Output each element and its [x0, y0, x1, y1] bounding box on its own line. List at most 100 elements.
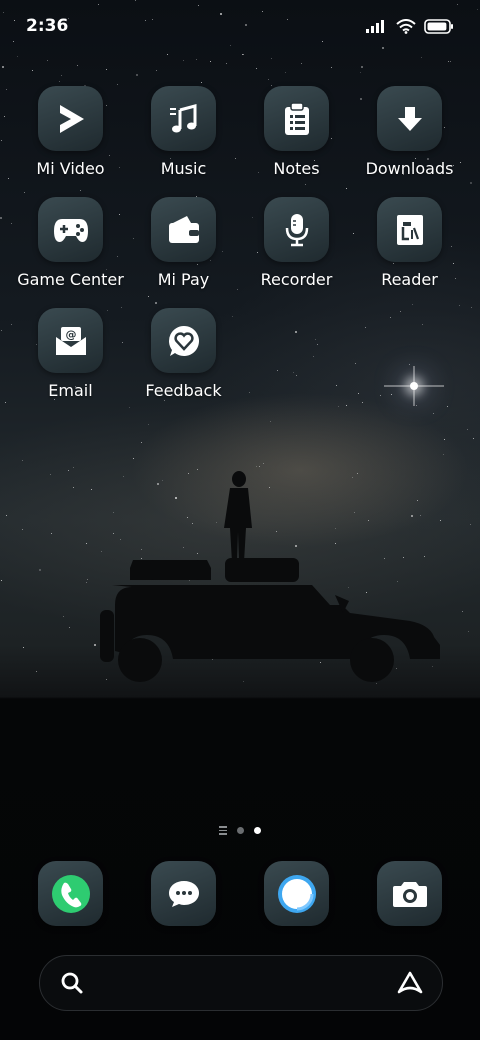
app-icon-browser[interactable] [264, 861, 329, 926]
app-label: Reader [381, 270, 438, 289]
page-dot-2 [254, 826, 261, 834]
dock-phone[interactable] [14, 861, 127, 926]
book-icon [396, 214, 423, 245]
app-email[interactable]: @ Email [14, 308, 127, 400]
star [183, 60, 184, 61]
app-icon-notes[interactable] [264, 86, 329, 151]
star [433, 413, 434, 414]
star [59, 81, 60, 82]
app-feedback[interactable]: Feedback [127, 308, 240, 400]
app-icon-camera[interactable] [377, 861, 442, 926]
star [331, 67, 332, 68]
app-music[interactable]: Music [127, 86, 240, 178]
star [61, 75, 62, 76]
app-downloads[interactable]: Downloads [353, 86, 466, 178]
app-icon-mi-video[interactable] [38, 86, 103, 151]
signal-icon [366, 20, 384, 33]
music-note-icon [169, 103, 196, 132]
car-silhouette [100, 471, 440, 682]
star [196, 59, 197, 60]
star [360, 72, 361, 73]
app-icon-recorder[interactable] [264, 197, 329, 262]
star [1, 140, 2, 141]
star [256, 68, 257, 69]
camera-icon [392, 881, 427, 907]
app-icon-feedback[interactable] [151, 308, 216, 373]
search-bar[interactable] [39, 955, 443, 1011]
app-notes[interactable]: Notes [240, 86, 353, 178]
clipboard-icon [284, 101, 309, 135]
star [362, 402, 363, 403]
star [471, 307, 472, 308]
wallet-icon [168, 215, 199, 243]
star [443, 454, 444, 455]
app-label: Music [160, 159, 207, 178]
app-label: Mi Video [36, 159, 105, 178]
star [148, 424, 149, 425]
app-icon-reader[interactable] [377, 197, 442, 262]
app-icon-downloads[interactable] [377, 86, 442, 151]
app-game-center[interactable]: Game Center [14, 197, 127, 289]
star [301, 63, 302, 64]
play-icon [59, 104, 84, 133]
svg-text:@: @ [65, 328, 76, 341]
app-label: Notes [273, 159, 320, 178]
star [346, 405, 347, 406]
microphone-icon [285, 213, 308, 246]
dock-messages[interactable] [127, 861, 240, 926]
star [6, 89, 7, 90]
app-icon-messages[interactable] [151, 861, 216, 926]
star [167, 54, 168, 55]
app-icon-email[interactable]: @ [38, 308, 103, 373]
app-reader[interactable]: Reader [353, 197, 466, 289]
envelope-icon: @ [55, 326, 86, 355]
clock: 2:36 [26, 16, 69, 36]
app-icon-game-center[interactable] [38, 197, 103, 262]
search-icon[interactable] [60, 971, 84, 995]
page-dot-1 [237, 826, 244, 834]
star [268, 79, 269, 80]
app-mi-pay[interactable]: Mi Pay [127, 197, 240, 289]
star [8, 178, 9, 179]
page-indicator[interactable] [0, 826, 480, 835]
star [421, 57, 422, 58]
wifi-icon [396, 18, 416, 34]
star [201, 82, 202, 83]
app-icon-phone[interactable] [38, 861, 103, 926]
app-mi-video[interactable]: Mi Video [14, 86, 127, 178]
app-recorder[interactable]: Recorder [240, 197, 353, 289]
star [106, 69, 107, 70]
star [5, 402, 6, 403]
star [47, 60, 48, 61]
star [4, 116, 5, 117]
app-label: Recorder [260, 270, 333, 289]
app-label: Feedback [145, 381, 222, 400]
phone-icon [51, 874, 90, 913]
app-icon-music[interactable] [151, 86, 216, 151]
battery-icon [424, 18, 453, 34]
app-icon-mi-pay[interactable] [151, 197, 216, 262]
star [447, 406, 448, 407]
star [416, 405, 417, 406]
star [285, 72, 286, 73]
status-icons [366, 18, 454, 34]
assistant-icon[interactable] [396, 970, 424, 996]
star [11, 324, 12, 325]
star [361, 66, 363, 68]
star [210, 61, 211, 62]
star [270, 421, 271, 422]
star [450, 61, 451, 62]
dock-camera[interactable] [353, 861, 466, 926]
star [136, 74, 138, 76]
star [129, 407, 130, 408]
dock-browser[interactable] [240, 861, 353, 926]
star [77, 65, 78, 66]
star [226, 63, 227, 64]
chat-bubble-icon [168, 880, 199, 907]
star [17, 56, 18, 57]
star [156, 70, 157, 71]
browser-circle-icon [277, 874, 316, 913]
star [473, 438, 474, 439]
star [467, 429, 468, 430]
star [11, 223, 12, 224]
